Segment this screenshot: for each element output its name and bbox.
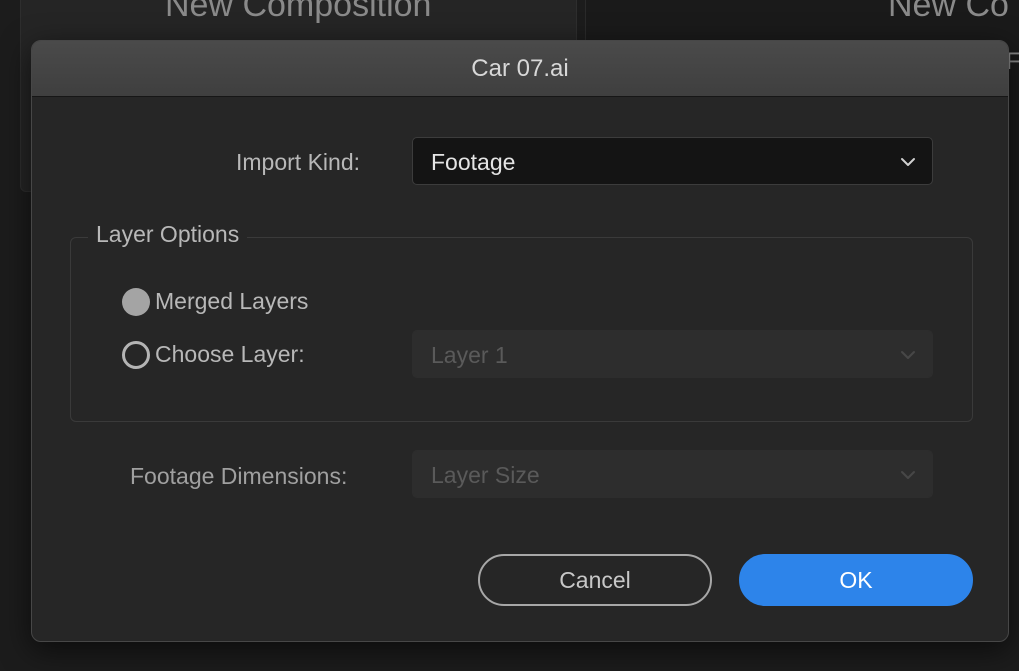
chevron-down-icon <box>901 351 915 359</box>
import-kind-select[interactable]: Footage <box>412 137 933 185</box>
background-title-right: New Co <box>888 0 1009 24</box>
footage-dimensions-label: Footage Dimensions: <box>130 463 348 489</box>
chevron-down-icon <box>901 471 915 479</box>
import-kind-value: Footage <box>431 149 516 175</box>
merged-layers-label: Merged Layers <box>155 288 309 314</box>
background-title-left: New Composition <box>165 0 432 24</box>
merged-layers-radio[interactable] <box>122 288 150 316</box>
dialog-titlebar[interactable]: Car 07.ai <box>32 41 1008 97</box>
choose-layer-select[interactable]: Layer 1 <box>412 330 933 378</box>
chevron-down-icon <box>901 158 915 166</box>
choose-layer-option[interactable]: Choose Layer: <box>122 339 372 371</box>
choose-layer-value: Layer 1 <box>431 342 508 368</box>
choose-layer-label: Choose Layer: <box>155 341 305 367</box>
layer-options-legend: Layer Options <box>88 221 248 248</box>
cancel-button[interactable]: Cancel <box>478 554 712 606</box>
import-kind-label: Import Kind: <box>236 149 360 175</box>
merged-layers-option[interactable]: Merged Layers <box>122 286 362 318</box>
footage-dimensions-select[interactable]: Layer Size <box>412 450 933 498</box>
footage-dimensions-value: Layer Size <box>431 462 540 488</box>
choose-layer-radio[interactable] <box>122 341 150 369</box>
ok-button[interactable]: OK <box>739 554 973 606</box>
import-dialog: Car 07.ai Import Kind: Footage Layer Opt… <box>31 40 1009 642</box>
dialog-title: Car 07.ai <box>471 55 569 82</box>
